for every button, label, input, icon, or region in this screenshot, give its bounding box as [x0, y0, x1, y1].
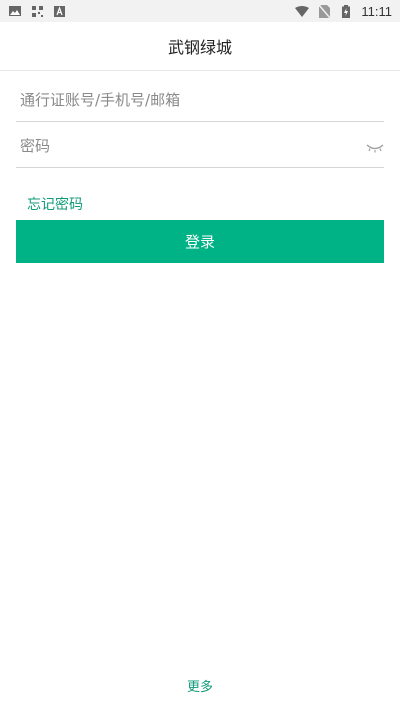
password-field [16, 124, 384, 168]
app-header: 武钢绿城 [0, 22, 400, 71]
image-icon [8, 4, 22, 18]
status-bar: 11:11 [0, 0, 400, 22]
password-input[interactable] [16, 124, 384, 167]
status-left [8, 4, 66, 18]
account-input[interactable] [16, 78, 384, 121]
page-title: 武钢绿城 [167, 38, 232, 57]
qr-icon [30, 4, 44, 18]
eye-closed-icon[interactable] [366, 138, 384, 153]
forgot-password-link[interactable]: 忘记密码 [27, 194, 83, 214]
status-time: 11:11 [361, 3, 392, 19]
wifi-icon [295, 4, 310, 18]
a-icon [52, 4, 66, 18]
status-right: 11:11 [295, 4, 392, 19]
login-button[interactable]: 登录 [16, 220, 384, 263]
no-sim-icon [317, 4, 331, 18]
more-link[interactable]: 更多 [0, 676, 400, 695]
battery-charging-icon [339, 4, 353, 18]
account-field [16, 78, 384, 122]
